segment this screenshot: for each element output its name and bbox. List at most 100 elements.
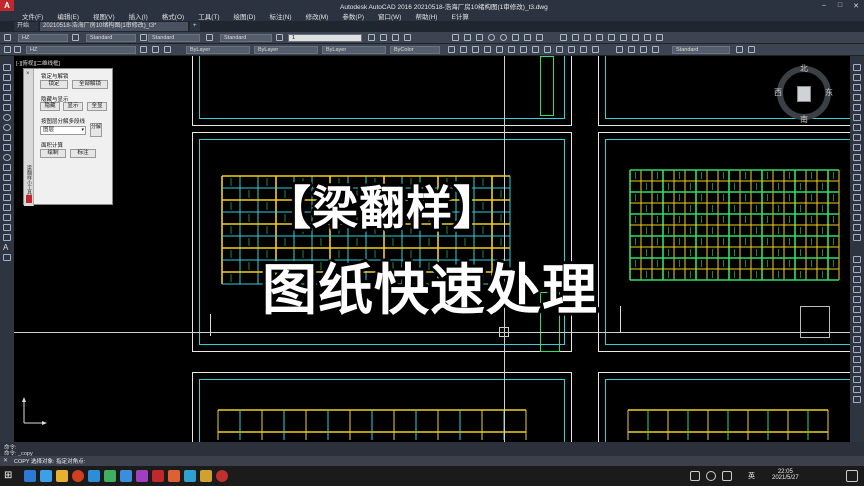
taskbar-app-icon-9[interactable] [168, 470, 180, 482]
taskbar-app-icon-1[interactable] [24, 470, 36, 482]
taskbar-app-icon-7[interactable] [120, 470, 132, 482]
dim-diameter-icon[interactable] [508, 46, 515, 53]
dim-baseline-icon[interactable] [532, 46, 539, 53]
menu-insert[interactable]: 插入(I) [129, 11, 148, 21]
draw-area-button[interactable]: 绘制 [40, 149, 66, 158]
lock-button[interactable]: 锁定 [40, 80, 68, 89]
command-line[interactable]: ✕ COPY 选择对象: 指定对角点: [0, 456, 864, 466]
array-icon[interactable] [853, 104, 861, 111]
plotstyle-combo[interactable]: ByColor [390, 46, 440, 54]
explode-tool-icon[interactable] [853, 234, 861, 241]
parallel-snap-icon[interactable] [853, 356, 861, 363]
polygon-icon[interactable] [3, 94, 11, 101]
fillet-tool-icon[interactable] [853, 214, 861, 221]
toolbar-icon-3[interactable] [392, 34, 399, 41]
taskbar-app-icon-4[interactable] [72, 470, 84, 482]
polyline-icon[interactable] [464, 34, 471, 41]
text-style-icon[interactable] [72, 34, 79, 41]
tab-add-button[interactable]: + [190, 22, 200, 31]
point-icon[interactable] [3, 194, 11, 201]
arc-icon[interactable] [500, 34, 507, 41]
dim-aligned-icon[interactable] [460, 46, 467, 53]
apparent-snap-icon[interactable] [853, 296, 861, 303]
add-selected-icon[interactable] [3, 254, 11, 261]
tray-network-icon[interactable] [690, 471, 700, 481]
construction-line-icon[interactable] [3, 74, 11, 81]
perpendicular-snap-icon[interactable] [853, 346, 861, 353]
snap-icon[interactable] [853, 256, 861, 263]
region-icon[interactable] [3, 224, 11, 231]
toolbar-icon-2[interactable] [380, 34, 387, 41]
layer-previous-icon[interactable] [140, 46, 147, 53]
layer-match-icon[interactable] [152, 46, 159, 53]
layer-state-icon[interactable] [14, 46, 21, 53]
make-block-icon[interactable] [3, 184, 11, 191]
menu-edit[interactable]: 编辑(E) [57, 11, 79, 21]
dim-linear-icon[interactable] [448, 46, 455, 53]
taskbar-app-icon-11[interactable] [200, 470, 212, 482]
close-icon[interactable]: ✕ [848, 0, 864, 11]
menu-file[interactable]: 文件(F) [22, 11, 43, 21]
taskbar-app-icon-12[interactable] [216, 470, 228, 482]
dim-arc-icon[interactable] [472, 46, 479, 53]
color-combo[interactable]: ByLayer [186, 46, 250, 54]
table-style-combo[interactable]: Standard [220, 34, 272, 42]
unlock-all-button[interactable]: 全部解锁 [72, 80, 108, 89]
tab-start[interactable]: 开始 [14, 22, 38, 31]
viewcube-icon[interactable] [797, 86, 811, 102]
table-icon[interactable] [3, 234, 11, 241]
mleader-style-combo[interactable]: 1 [288, 34, 362, 42]
notification-icon[interactable] [846, 470, 858, 482]
layer-manager-icon[interactable] [4, 34, 11, 41]
windows-start-icon[interactable]: ⊞ [4, 470, 16, 482]
move-tool-icon[interactable] [853, 114, 861, 121]
block-icon[interactable] [536, 34, 543, 41]
chamfer-icon[interactable] [853, 204, 861, 211]
quadrant-snap-icon[interactable] [853, 326, 861, 333]
tray-security-icon[interactable] [722, 471, 732, 481]
center-mark-icon[interactable] [568, 46, 575, 53]
extension-snap-icon[interactable] [853, 306, 861, 313]
taskbar-app-icon-10[interactable] [184, 470, 196, 482]
tangent-snap-icon[interactable] [853, 336, 861, 343]
toolbar-extra-icon-2[interactable] [748, 46, 755, 53]
explode-icon[interactable] [656, 34, 663, 41]
spline-tool-icon[interactable] [3, 144, 11, 151]
tray-volume-icon[interactable] [706, 471, 716, 481]
break-icon[interactable] [853, 184, 861, 191]
maximize-icon[interactable]: □ [832, 0, 848, 11]
spline-icon[interactable] [512, 34, 519, 41]
tab-document[interactable]: 20210518-浩海厂房10绪构图(1审修改)_t3* [40, 22, 188, 31]
menu-ecalc[interactable]: E计算 [451, 11, 468, 21]
offset-tool-icon[interactable] [853, 94, 861, 101]
dim-angular-icon[interactable] [520, 46, 527, 53]
menu-tools[interactable]: 工具(T) [198, 11, 219, 21]
clock[interactable]: 22:05 2021/5/27 [772, 469, 799, 481]
mirror-tool-icon[interactable] [853, 84, 861, 91]
toolbar-extra-icon-1[interactable] [736, 46, 743, 53]
copy-tool-icon[interactable] [853, 74, 861, 81]
menu-modify[interactable]: 修改(M) [306, 11, 329, 21]
compass-east[interactable]: 东 [825, 87, 833, 98]
offset-icon[interactable] [608, 34, 615, 41]
layer-select[interactable]: 图层 ▾ [40, 126, 86, 135]
mleader-style-icon[interactable] [276, 34, 283, 41]
trim-icon[interactable] [620, 34, 627, 41]
ellipse-arc-icon[interactable] [3, 164, 11, 171]
taskbar-app-icon-2[interactable] [40, 470, 52, 482]
rotate-tool-icon[interactable] [853, 124, 861, 131]
arc-tool-icon[interactable] [3, 114, 11, 121]
gradient-icon[interactable] [3, 214, 11, 221]
viewport-controls-label[interactable]: [-][俯视][二维线框] [16, 59, 60, 67]
panel-close-icon[interactable]: × [26, 71, 30, 77]
snap-settings-icon[interactable] [853, 396, 861, 403]
ime-indicator[interactable]: 英 [748, 471, 755, 481]
annotate-area-button[interactable]: 标注 [70, 149, 96, 158]
linetype-combo[interactable]: ByLayer [254, 46, 318, 54]
rotate-icon[interactable] [584, 34, 591, 41]
right-style-combo[interactable]: Standard [672, 46, 730, 54]
extend-icon[interactable] [632, 34, 639, 41]
join-icon[interactable] [853, 194, 861, 201]
rect-tool-icon[interactable] [3, 104, 11, 111]
compass-north[interactable]: 北 [800, 63, 808, 74]
